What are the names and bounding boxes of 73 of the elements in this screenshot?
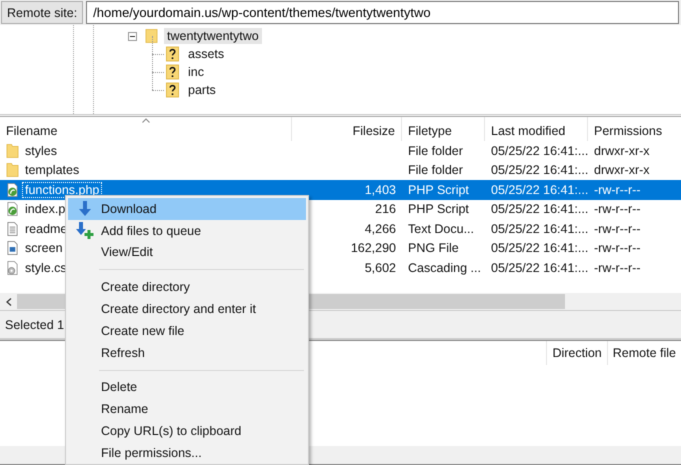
status-text: Selected 1: [5, 318, 64, 332]
download-add-icon: [76, 222, 94, 240]
menu-item[interactable]: View/Edit: [68, 242, 306, 264]
file-name[interactable]: style.cs: [23, 260, 69, 275]
last-modified: 05/25/22 16:41:...: [491, 163, 588, 178]
menu-item[interactable]: Rename: [68, 398, 306, 420]
file-type: File folder: [408, 163, 463, 178]
file-type: File folder: [408, 144, 463, 158]
file-size: 4,266: [364, 222, 396, 236]
tree-item[interactable]: assets: [185, 46, 228, 62]
column-header[interactable]: Last modified: [485, 117, 588, 141]
sort-caret-icon: [142, 118, 150, 123]
tree-item[interactable]: inc: [185, 64, 207, 80]
question-mark-icon: [166, 82, 179, 98]
column-header[interactable]: Filesize: [292, 117, 402, 141]
file-size: 1,403: [364, 182, 396, 197]
php-file-icon: [6, 182, 19, 198]
file-type: PHP Script: [408, 202, 469, 216]
file-name[interactable]: readme: [23, 222, 70, 236]
menu-item[interactable]: File permissions...: [68, 442, 306, 464]
file-name[interactable]: templates: [23, 163, 82, 178]
file-name[interactable]: styles: [23, 144, 59, 158]
last-modified: 05/25/22 16:41:...: [491, 182, 588, 197]
remote-path-field[interactable]: /home/yourdomain.us/wp-content/themes/twentytwentytwo: [86, 1, 679, 24]
collapse-icon[interactable]: [128, 32, 137, 40]
file-name[interactable]: index.p: [23, 202, 68, 216]
column-header[interactable]: Filename: [0, 117, 292, 141]
file-name[interactable]: screen: [23, 241, 65, 256]
tree-item[interactable]: parts: [185, 82, 219, 98]
last-modified: 05/25/22 16:41:...: [491, 202, 588, 216]
last-modified: 05/25/22 16:41:...: [491, 241, 588, 256]
permissions: -rw-r--r--: [594, 222, 640, 236]
column-header[interactable]: Direction: [546, 341, 607, 365]
column-header[interactable]: Permissions: [588, 117, 681, 141]
php-file-icon: [6, 201, 19, 218]
file-type: Text Docu...: [408, 222, 474, 236]
folder-icon: [6, 162, 19, 178]
file-size: 216: [375, 202, 396, 216]
file-size: 162,290: [350, 241, 396, 256]
menu-item[interactable]: Download: [68, 198, 306, 220]
menu-item[interactable]: Create new file: [68, 320, 306, 342]
menu-item[interactable]: Create directory: [68, 276, 306, 298]
question-mark-icon: [166, 64, 179, 80]
last-modified: 05/25/22 16:41:...: [491, 260, 588, 275]
last-modified: 05/25/22 16:41:...: [491, 222, 588, 236]
menu-item[interactable]: Create directory and enter it: [68, 298, 306, 320]
text-file-icon: [6, 220, 19, 237]
tree-item[interactable]: twentytwentytwo: [164, 28, 262, 44]
file-size: 5,602: [364, 260, 396, 275]
column-header[interactable]: Remote file: [606, 341, 681, 365]
permissions: -rw-r--r--: [594, 202, 640, 216]
image-file-icon: [6, 240, 19, 256]
permissions: drwxr-xr-x: [594, 144, 650, 158]
permissions: -rw-r--r--: [594, 182, 640, 197]
menu-item[interactable]: Add files to queue: [68, 220, 306, 242]
remote-site-label: Remote site:: [1, 1, 84, 24]
menu-item[interactable]: Delete: [68, 376, 306, 398]
folder-icon: [145, 28, 158, 44]
permissions: -rw-r--r--: [594, 241, 640, 256]
permissions: -rw-r--r--: [594, 260, 640, 275]
last-modified: 05/25/22 16:41:...: [491, 144, 588, 158]
file-type: PHP Script: [408, 182, 469, 197]
question-mark-icon: [166, 46, 179, 62]
folder-icon: [6, 142, 19, 159]
download-arrow-icon: [78, 200, 92, 217]
file-type: Cascading ...: [408, 260, 481, 275]
permissions: drwxr-xr-x: [594, 163, 650, 178]
gear-file-icon: [6, 260, 19, 276]
file-name[interactable]: functions.php: [23, 182, 102, 197]
menu-item[interactable]: Refresh: [68, 342, 306, 364]
column-header[interactable]: Filetype: [402, 117, 485, 141]
menu-item[interactable]: Copy URL(s) to clipboard: [68, 420, 306, 442]
file-type: PNG File: [408, 241, 459, 256]
